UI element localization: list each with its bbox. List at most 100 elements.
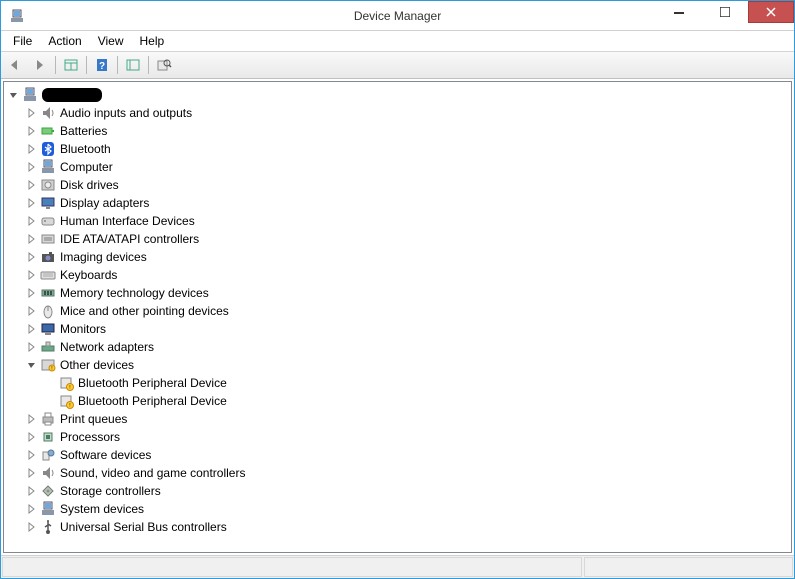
menu-view[interactable]: View bbox=[90, 32, 132, 50]
properties-button[interactable] bbox=[153, 54, 175, 76]
expand-arrow-icon[interactable] bbox=[26, 341, 38, 353]
show-hidden-button[interactable] bbox=[60, 54, 82, 76]
unknown-icon: ! bbox=[58, 375, 74, 391]
category-audio[interactable]: Audio inputs and outputs bbox=[4, 104, 791, 122]
category-hid[interactable]: Human Interface Devices bbox=[4, 212, 791, 230]
category-label: Sound, video and game controllers bbox=[60, 466, 245, 480]
status-pane bbox=[2, 557, 582, 577]
category-network[interactable]: Network adapters bbox=[4, 338, 791, 356]
other-icon: ! bbox=[40, 357, 56, 373]
category-printer[interactable]: Print queues bbox=[4, 410, 791, 428]
category-ide[interactable]: IDE ATA/ATAPI controllers bbox=[4, 230, 791, 248]
category-label: Network adapters bbox=[60, 340, 154, 354]
toolbar-separator bbox=[117, 56, 118, 74]
statusbar bbox=[1, 555, 794, 578]
close-button[interactable] bbox=[748, 1, 794, 23]
display-icon bbox=[40, 195, 56, 211]
expand-arrow-icon[interactable] bbox=[26, 305, 38, 317]
category-memory[interactable]: Memory technology devices bbox=[4, 284, 791, 302]
device-tree[interactable]: Audio inputs and outputs Batteries Bluetoo… bbox=[3, 81, 792, 553]
device-item[interactable]: !Bluetooth Peripheral Device bbox=[4, 392, 791, 410]
expand-arrow-icon[interactable] bbox=[26, 251, 38, 263]
expand-arrow-icon[interactable] bbox=[26, 503, 38, 515]
help-button[interactable]: ? bbox=[91, 54, 113, 76]
category-display[interactable]: Display adapters bbox=[4, 194, 791, 212]
expand-arrow-icon[interactable] bbox=[26, 431, 38, 443]
collapse-arrow-icon[interactable] bbox=[26, 359, 38, 371]
menu-help[interactable]: Help bbox=[132, 32, 173, 50]
category-monitor[interactable]: Monitors bbox=[4, 320, 791, 338]
ide-icon bbox=[40, 231, 56, 247]
audio-icon bbox=[40, 105, 56, 121]
category-other[interactable]: ! Other devices bbox=[4, 356, 791, 374]
expand-arrow-icon[interactable] bbox=[26, 179, 38, 191]
collapse-arrow-icon[interactable] bbox=[8, 89, 20, 101]
mouse-icon bbox=[40, 303, 56, 319]
category-label: Audio inputs and outputs bbox=[60, 106, 192, 120]
category-label: Other devices bbox=[60, 358, 134, 372]
category-software[interactable]: Software devices bbox=[4, 446, 791, 464]
computer-name-redacted bbox=[42, 88, 102, 102]
expand-arrow-icon[interactable] bbox=[26, 143, 38, 155]
toolbar-separator bbox=[86, 56, 87, 74]
svg-text:?: ? bbox=[99, 61, 105, 72]
category-battery[interactable]: Batteries bbox=[4, 122, 791, 140]
category-cpu[interactable]: Processors bbox=[4, 428, 791, 446]
svg-text:!: ! bbox=[69, 403, 70, 409]
category-label: Batteries bbox=[60, 124, 107, 138]
category-label: System devices bbox=[60, 502, 144, 516]
expand-arrow-icon[interactable] bbox=[26, 269, 38, 281]
sound-icon bbox=[40, 465, 56, 481]
app-icon bbox=[9, 8, 25, 27]
category-label: Disk drives bbox=[60, 178, 119, 192]
category-mouse[interactable]: Mice and other pointing devices bbox=[4, 302, 791, 320]
expand-arrow-icon[interactable] bbox=[26, 287, 38, 299]
unknown-icon: ! bbox=[58, 393, 74, 409]
expand-arrow-icon[interactable] bbox=[26, 215, 38, 227]
imaging-icon bbox=[40, 249, 56, 265]
category-keyboard[interactable]: Keyboards bbox=[4, 266, 791, 284]
category-label: Memory technology devices bbox=[60, 286, 209, 300]
expand-arrow-icon[interactable] bbox=[26, 107, 38, 119]
expand-arrow-icon[interactable] bbox=[26, 449, 38, 461]
category-label: Processors bbox=[60, 430, 120, 444]
category-sound[interactable]: Sound, video and game controllers bbox=[4, 464, 791, 482]
cpu-icon bbox=[40, 429, 56, 445]
device-item[interactable]: !Bluetooth Peripheral Device bbox=[4, 374, 791, 392]
expand-arrow-icon[interactable] bbox=[26, 485, 38, 497]
back-button[interactable] bbox=[5, 54, 27, 76]
toolbar-separator bbox=[55, 56, 56, 74]
menu-action[interactable]: Action bbox=[40, 32, 89, 50]
category-label: Storage controllers bbox=[60, 484, 161, 498]
forward-button[interactable] bbox=[29, 54, 51, 76]
expand-arrow-icon[interactable] bbox=[26, 467, 38, 479]
scan-button[interactable] bbox=[122, 54, 144, 76]
memory-icon bbox=[40, 285, 56, 301]
titlebar: Device Manager bbox=[1, 1, 794, 31]
category-storage[interactable]: Storage controllers bbox=[4, 482, 791, 500]
menubar: File Action View Help bbox=[1, 31, 794, 51]
status-pane bbox=[584, 557, 793, 577]
menu-file[interactable]: File bbox=[5, 32, 40, 50]
category-imaging[interactable]: Imaging devices bbox=[4, 248, 791, 266]
category-computer[interactable]: Computer bbox=[4, 158, 791, 176]
expand-arrow-icon[interactable] bbox=[26, 323, 38, 335]
category-bluetooth[interactable]: Bluetooth bbox=[4, 140, 791, 158]
minimize-button[interactable] bbox=[656, 1, 702, 23]
category-system[interactable]: System devices bbox=[4, 500, 791, 518]
expand-arrow-icon[interactable] bbox=[26, 197, 38, 209]
category-label: Universal Serial Bus controllers bbox=[60, 520, 227, 534]
expand-arrow-icon[interactable] bbox=[26, 521, 38, 533]
maximize-button[interactable] bbox=[702, 1, 748, 23]
category-disk[interactable]: Disk drives bbox=[4, 176, 791, 194]
category-usb[interactable]: Universal Serial Bus controllers bbox=[4, 518, 791, 536]
expand-arrow-icon[interactable] bbox=[26, 233, 38, 245]
network-icon bbox=[40, 339, 56, 355]
category-label: Monitors bbox=[60, 322, 106, 336]
software-icon bbox=[40, 447, 56, 463]
expand-arrow-icon[interactable] bbox=[26, 413, 38, 425]
expand-arrow-icon[interactable] bbox=[26, 125, 38, 137]
tree-root[interactable] bbox=[4, 86, 791, 104]
category-label: Computer bbox=[60, 160, 113, 174]
expand-arrow-icon[interactable] bbox=[26, 161, 38, 173]
